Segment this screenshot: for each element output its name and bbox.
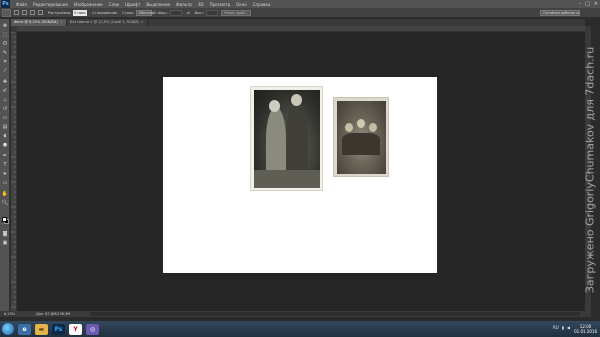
dodge-tool-icon[interactable]: ● — [2, 142, 8, 148]
watermark-text: Загружено GrigoriyChumakov для 7dach.ru — [583, 46, 597, 294]
app-icon[interactable]: ◎ — [86, 323, 99, 335]
tab-close-icon[interactable]: × — [60, 20, 63, 24]
menu-help[interactable]: Справка — [253, 2, 271, 7]
explorer-icon[interactable]: e — [18, 323, 31, 335]
clone-stamp-tool-icon[interactable]: ⊥ — [2, 97, 8, 103]
zoom-tool-icon[interactable]: 🔍︎ — [2, 200, 8, 206]
horizontal-scrollbar[interactable] — [90, 312, 580, 316]
document-size[interactable]: Док: 87,8M/136,9M — [36, 312, 70, 316]
crop-tool-icon[interactable]: ⌗ — [2, 59, 8, 65]
add-selection-icon[interactable] — [22, 10, 27, 15]
options-bar: Растушевка: 0 пикс Сглаживание Стиль: Об… — [0, 8, 600, 18]
clock-date: 01.01.2016 — [574, 329, 597, 334]
watermark: Загружено GrigoriyChumakov для 7dach.ru — [581, 20, 599, 320]
feather-label: Растушевка: — [48, 10, 72, 15]
clock[interactable]: 12:00 01.01.2016 — [574, 324, 597, 334]
photoshop-window: Ps Файл Редактирование Изображение Слои … — [0, 0, 600, 337]
style-label: Стиль: — [122, 10, 135, 15]
language-indicator[interactable]: RU — [553, 325, 559, 330]
marquee-tool-icon[interactable]: ⬚ — [2, 32, 8, 38]
yandex-browser-icon[interactable]: Y — [69, 323, 82, 335]
tab-document-1[interactable]: Фото @ 6,25% (RGB/8#) × — [11, 19, 67, 26]
history-brush-tool-icon[interactable]: ↺ — [2, 106, 8, 112]
foreground-color-swatch[interactable] — [2, 217, 7, 222]
network-icon[interactable]: ▮ — [562, 325, 564, 330]
document-tabs: Фото @ 6,25% (RGB/8#) × Без имени-1 @ 12,… — [11, 19, 585, 26]
menu-image[interactable]: Изображение — [74, 2, 103, 7]
gradient-tool-icon[interactable]: ▤ — [2, 124, 8, 130]
swap-icon[interactable]: ⇄ — [187, 11, 190, 15]
tab-close-icon[interactable]: × — [141, 20, 144, 24]
menu-3d[interactable]: 3D — [198, 2, 204, 7]
menu-bar: Ps Файл Редактирование Изображение Слои … — [0, 0, 600, 8]
status-bar: 6,25% Док: 87,8M/136,9M — [0, 311, 591, 317]
folder-icon[interactable]: ▬ — [35, 323, 48, 335]
photoshop-logo-icon: Ps — [1, 0, 10, 8]
shape-tool-icon[interactable]: ▭ — [2, 180, 8, 186]
minimize-icon[interactable]: – — [579, 0, 582, 8]
menu-layers[interactable]: Слои — [109, 2, 119, 7]
subtract-selection-icon[interactable] — [30, 10, 35, 15]
menu-type[interactable]: Шрифт — [125, 2, 140, 7]
height-label: Выс.: — [194, 10, 205, 15]
maximize-icon[interactable]: □ — [585, 0, 590, 8]
window-controls: – □ × — [579, 0, 598, 8]
system-tray: RU ▮ ◀ — [553, 325, 570, 330]
refine-edge-button[interactable]: Уточн. край... — [221, 9, 251, 16]
windows-taskbar: e ▬ Ps Y ◎ RU ▮ ◀ 12:00 01.01.2016 — [0, 321, 600, 337]
photo-image — [337, 101, 386, 174]
intersect-selection-icon[interactable] — [38, 10, 43, 15]
new-selection-icon[interactable] — [14, 10, 19, 15]
quick-mask-icon[interactable]: ◙ — [2, 231, 8, 237]
marquee-preset-icon[interactable] — [2, 8, 11, 17]
tab-document-2[interactable]: Без имени-1 @ 12,5% (Слой 1, RGB/8) × — [66, 19, 148, 26]
workspace-select[interactable]: Основная рабочая среда — [540, 10, 580, 16]
height-input[interactable] — [206, 9, 219, 16]
width-input[interactable] — [169, 9, 182, 16]
menu-edit[interactable]: Редактирование — [33, 2, 68, 7]
photoshop-taskbar-icon[interactable]: Ps — [52, 323, 65, 335]
healing-tool-icon[interactable]: ✚ — [2, 79, 8, 85]
volume-icon[interactable]: ◀ — [567, 325, 570, 330]
old-photo-two-soldiers[interactable] — [250, 86, 323, 191]
menu-window[interactable]: Окно — [236, 2, 247, 7]
tab-label: Фото @ 6,25% (RGB/8#) — [14, 20, 58, 24]
eyedropper-tool-icon[interactable]: ⁄ — [2, 68, 8, 74]
style-select[interactable]: Обычный — [136, 9, 156, 16]
start-button[interactable] — [2, 323, 14, 335]
eraser-tool-icon[interactable]: ▭ — [2, 115, 8, 121]
photo-image — [254, 90, 320, 188]
zoom-level[interactable]: 6,25% — [4, 312, 16, 316]
menu-filter[interactable]: Фильтр — [176, 2, 192, 7]
pen-tool-icon[interactable]: ✒ — [2, 153, 8, 159]
move-tool-icon[interactable]: ✥ — [2, 23, 8, 29]
hand-tool-icon[interactable]: ✋ — [2, 191, 8, 197]
type-tool-icon[interactable]: T — [2, 162, 8, 168]
brush-tool-icon[interactable]: ✐ — [2, 88, 8, 94]
menu-file[interactable]: Файл — [16, 2, 27, 7]
menu-view[interactable]: Просмотр — [210, 2, 231, 7]
antialias-checkbox[interactable]: Сглаживание — [92, 11, 117, 15]
tab-label: Без имени-1 @ 12,5% (Слой 1, RGB/8) — [69, 20, 139, 24]
lasso-tool-icon[interactable]: ʘ — [2, 41, 8, 47]
blur-tool-icon[interactable]: ◖ — [2, 133, 8, 139]
path-select-tool-icon[interactable]: ➤ — [2, 171, 8, 177]
screen-mode-icon[interactable]: ▣ — [2, 240, 8, 246]
menu-select[interactable]: Выделение — [146, 2, 170, 7]
close-icon[interactable]: × — [594, 0, 598, 8]
old-photo-group[interactable] — [333, 97, 389, 177]
quick-select-tool-icon[interactable]: ✎ — [2, 50, 8, 56]
width-label: Шир.: — [157, 10, 168, 15]
feather-input[interactable]: 0 пикс — [73, 9, 88, 16]
document-canvas[interactable] — [163, 77, 437, 273]
tools-panel: ✥ ⬚ ʘ ✎ ⌗ ⁄ ✚ ✐ ⊥ ↺ ▭ ▤ ◖ ● ✒ T ➤ ▭ ✋ 🔍︎… — [0, 19, 10, 316]
